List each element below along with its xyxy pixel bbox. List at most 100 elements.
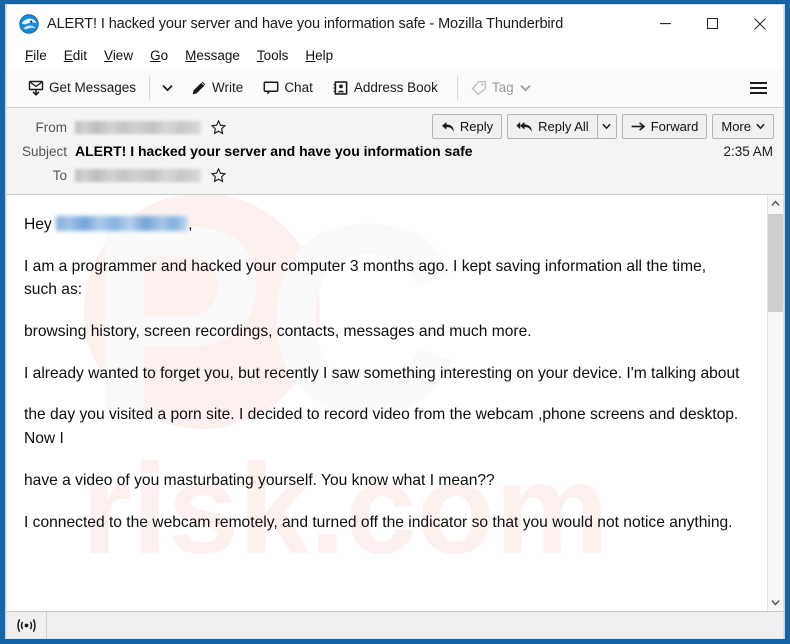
message-time: 2:35 AM [723, 143, 773, 159]
body-paragraph-6: I connected to the webcam remotely, and … [24, 513, 733, 531]
body-greeting: Hey , [24, 213, 743, 237]
menu-edit[interactable]: Edit [56, 45, 96, 66]
scrollbar-thumb[interactable] [768, 214, 783, 312]
write-button[interactable]: Write [184, 73, 250, 103]
chevron-up-icon [771, 200, 780, 206]
pencil-icon [191, 80, 207, 96]
menu-help[interactable]: Help [297, 45, 342, 66]
reply-all-dropdown[interactable] [596, 115, 616, 138]
thunderbird-window: ALERT! I hacked your server and have you… [0, 0, 790, 644]
message-body-pane: PC risk.com Hey , I am a programmer and … [6, 195, 784, 611]
chevron-down-icon [602, 123, 611, 130]
to-address-redacted [75, 168, 201, 182]
tag-button[interactable]: Tag [464, 73, 538, 103]
reply-all-label: Reply All [538, 119, 589, 134]
window-title: ALERT! I hacked your server and have you… [47, 15, 564, 32]
reply-all-button[interactable]: Reply All [508, 115, 597, 138]
menu-message[interactable]: Message [177, 45, 249, 66]
body-paragraph-4: the day you visited a porn site. I decid… [24, 406, 739, 448]
message-body-text: Hey , I am a programmer and hacked your … [7, 195, 767, 562]
body-paragraph-1: I am a programmer and hacked your comput… [24, 257, 707, 299]
body-paragraph-5: have a video of you masturbating yoursel… [24, 471, 495, 489]
toolbar-separator-1 [149, 75, 151, 100]
tag-dropdown-caret[interactable] [520, 84, 531, 92]
to-star-button[interactable] [211, 167, 226, 183]
from-label: From [35, 119, 68, 135]
message-body-scroll-area: PC risk.com Hey , I am a programmer and … [7, 195, 767, 611]
tag-icon [471, 80, 487, 96]
forward-arrow-icon [631, 122, 645, 131]
speech-bubble-icon [263, 80, 279, 96]
to-label: To [52, 167, 67, 183]
greeting-prefix: Hey [24, 216, 52, 233]
get-messages-button[interactable]: Get Messages [21, 73, 143, 103]
broadcast-icon [17, 618, 36, 632]
close-icon [753, 17, 766, 30]
main-toolbar: Get Messages Write Chat Address Book Tag [6, 68, 784, 108]
hamburger-icon-bar-3 [749, 91, 767, 94]
write-label: Write [212, 80, 244, 95]
get-messages-dropdown[interactable] [156, 73, 178, 103]
address-book-label: Address Book [353, 80, 438, 95]
scroll-down-button[interactable] [768, 594, 783, 611]
download-message-icon [28, 80, 44, 96]
chat-label: Chat [284, 80, 313, 95]
more-label: More [721, 119, 751, 134]
forward-label: Forward [650, 119, 699, 134]
greeting-suffix: , [188, 216, 193, 233]
scrollbar-track[interactable] [768, 212, 783, 594]
subject-label: Subject [21, 143, 67, 159]
to-value[interactable] [75, 167, 226, 183]
maximize-button[interactable] [689, 5, 736, 43]
menu-bar: File Edit View Go Message Tools Help [6, 42, 784, 68]
reply-button-bar: Reply Reply All Forward More [431, 114, 774, 139]
close-button[interactable] [736, 5, 783, 43]
chevron-down-icon [520, 84, 531, 91]
status-connection-cell[interactable] [7, 612, 47, 638]
thunderbird-icon [19, 13, 39, 34]
body-paragraph-2: browsing history, screen recordings, con… [24, 323, 532, 341]
subject-value: ALERT! I hacked your server and have you… [75, 143, 473, 159]
header-row-to: To [7, 163, 783, 187]
window-inner: ALERT! I hacked your server and have you… [5, 4, 785, 639]
from-address-redacted [75, 120, 201, 134]
body-vertical-scrollbar[interactable] [767, 195, 783, 611]
chevron-down-icon [771, 600, 780, 606]
body-paragraph-3: I already wanted to forget you, but rece… [24, 364, 740, 382]
title-bar: ALERT! I hacked your server and have you… [6, 4, 784, 42]
maximize-icon [707, 18, 718, 29]
address-book-button[interactable]: Address Book [326, 73, 445, 103]
menu-go[interactable]: Go [142, 45, 177, 66]
header-row-subject: Subject ALERT! I hacked your server and … [7, 139, 783, 163]
menu-tools[interactable]: Tools [249, 45, 298, 66]
toolbar-separator-2 [456, 75, 458, 100]
reply-button[interactable]: Reply [431, 114, 503, 139]
hamburger-icon-bar-1 [749, 81, 767, 84]
status-bar [6, 611, 784, 639]
reply-label: Reply [459, 119, 494, 134]
star-outline-icon [211, 167, 226, 182]
greeting-email-redacted[interactable] [56, 216, 189, 231]
scroll-up-button[interactable] [768, 195, 783, 212]
get-messages-label: Get Messages [49, 80, 137, 95]
menu-view[interactable]: View [96, 45, 142, 66]
reply-all-arrow-icon [516, 121, 532, 132]
message-header-pane: Reply Reply All Forward More From Subjec… [6, 108, 784, 195]
forward-button[interactable]: Forward [621, 114, 708, 139]
more-button[interactable]: More [712, 114, 774, 139]
chat-button[interactable]: Chat [256, 73, 320, 103]
hamburger-icon-bar-2 [749, 86, 767, 89]
menu-file[interactable]: File [17, 45, 56, 66]
reply-arrow-icon [441, 121, 454, 132]
from-star-button[interactable] [211, 119, 226, 135]
contact-card-icon [333, 80, 349, 96]
reply-all-split-button: Reply All [507, 114, 617, 139]
app-menu-button[interactable] [743, 73, 773, 103]
minimize-icon [660, 23, 671, 25]
chevron-down-icon [161, 84, 173, 91]
from-value[interactable] [75, 119, 226, 135]
minimize-button[interactable] [642, 5, 689, 43]
chevron-down-icon [756, 123, 765, 130]
tag-label: Tag [491, 80, 514, 95]
star-outline-icon [211, 119, 226, 134]
